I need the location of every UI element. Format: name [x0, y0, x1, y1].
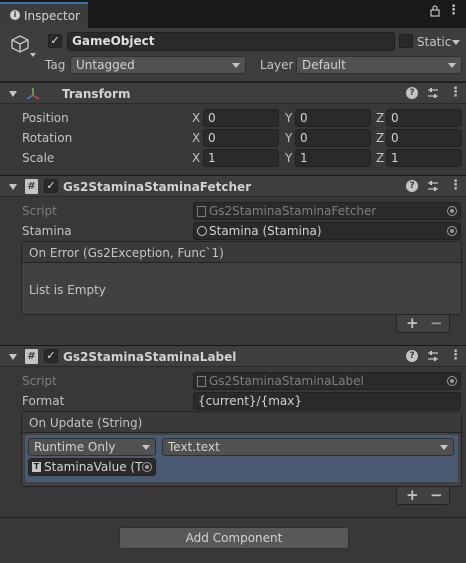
icon-dropdown-arrow[interactable] — [30, 53, 36, 57]
more-options-icon[interactable]: ⋮ — [447, 3, 460, 18]
gameobject-icon — [10, 34, 30, 57]
rotation-x-field[interactable]: 0 — [203, 129, 279, 147]
position-x-label[interactable]: X — [192, 110, 200, 126]
script-file-icon — [197, 206, 206, 217]
foldout-arrow-icon[interactable] — [9, 184, 17, 190]
text-component-icon: T — [32, 462, 41, 472]
help-icon[interactable]: ? — [406, 350, 418, 362]
script-icon: # — [25, 179, 38, 194]
tab-label: Inspector — [24, 9, 80, 23]
foldout-arrow-icon[interactable] — [9, 354, 17, 360]
position-z-field[interactable]: 0 — [386, 109, 462, 127]
fetcher-component-header[interactable]: # ✓ Gs2StaminaStaminaFetcher ? ⋮ — [0, 175, 466, 197]
on-error-event-box: On Error (Gs2Exception, Func`1) List is … — [21, 241, 462, 315]
object-picker-icon — [447, 206, 457, 216]
active-checkbox[interactable]: ✓ — [48, 34, 62, 48]
more-options-icon[interactable]: ⋮ — [449, 348, 462, 363]
format-label: Format — [22, 394, 65, 408]
target-object-field[interactable]: T StaminaValue (T — [28, 458, 156, 476]
label-enabled-checkbox[interactable]: ✓ — [44, 349, 58, 363]
fetcher-enabled-checkbox[interactable]: ✓ — [44, 179, 58, 193]
on-error-plus-minus: + − — [396, 314, 450, 333]
stamina-object-field[interactable]: Stamina (Stamina) — [193, 222, 461, 240]
static-label: Static — [417, 35, 452, 49]
static-dropdown-arrow[interactable] — [452, 40, 460, 45]
on-update-title: On Update (String) — [29, 416, 143, 430]
fetcher-title: Gs2StaminaStaminaFetcher — [63, 180, 252, 194]
script-file-icon — [197, 376, 206, 387]
chevron-down-icon — [142, 445, 150, 450]
label-script-field: Gs2StaminaStaminaLabel — [193, 372, 461, 390]
scale-z-field[interactable]: 1 — [386, 149, 462, 167]
on-error-header: On Error (Gs2Exception, Func`1) — [22, 242, 461, 263]
component-icon — [197, 226, 207, 236]
gameobject-name-input[interactable]: GameObject — [67, 32, 395, 51]
object-picker-icon — [447, 376, 457, 386]
fetcher-script-field: Gs2StaminaStaminaFetcher — [193, 202, 461, 220]
more-options-icon[interactable]: ⋮ — [449, 85, 462, 100]
scale-x-field[interactable]: 1 — [203, 149, 279, 167]
transform-title: Transform — [62, 87, 131, 101]
position-y-field[interactable]: 0 — [295, 109, 371, 127]
chevron-down-icon — [440, 445, 448, 450]
remove-listener-button[interactable]: − — [430, 314, 443, 332]
help-icon[interactable]: ? — [406, 180, 418, 192]
rotation-x-label[interactable]: X — [192, 130, 200, 146]
position-x-field[interactable]: 0 — [203, 109, 279, 127]
label-title: Gs2StaminaStaminaLabel — [63, 350, 237, 364]
info-icon: i — [10, 10, 20, 20]
fetcher-script-label: Script — [22, 204, 57, 218]
tag-dropdown[interactable]: Untagged — [70, 56, 246, 74]
object-picker-icon[interactable] — [447, 226, 457, 236]
transform-icon — [25, 86, 41, 105]
scale-z-label[interactable]: Z — [376, 150, 384, 166]
help-icon[interactable]: ? — [406, 87, 418, 99]
on-update-event-box: On Update (String) Runtime Only Text.tex… — [21, 411, 462, 487]
object-picker-icon[interactable] — [142, 462, 152, 472]
scale-x-label[interactable]: X — [192, 150, 200, 166]
scale-y-label[interactable]: Y — [285, 150, 292, 166]
runtime-mode-dropdown[interactable]: Runtime Only — [28, 438, 156, 456]
stamina-label: Stamina — [22, 224, 72, 238]
label-component-header[interactable]: # ✓ Gs2StaminaStaminaLabel ? ⋮ — [0, 345, 466, 367]
rotation-y-field[interactable]: 0 — [295, 129, 371, 147]
layer-dropdown[interactable]: Default — [296, 56, 462, 74]
on-update-plus-minus: + − — [396, 486, 450, 505]
position-y-label[interactable]: Y — [285, 110, 292, 126]
presets-icon[interactable] — [426, 349, 440, 366]
chevron-down-icon — [448, 63, 456, 68]
list-empty-text: List is Empty — [29, 283, 106, 297]
transform-header[interactable]: Transform ? ⋮ — [0, 82, 466, 104]
lock-icon[interactable] — [430, 5, 440, 20]
rotation-y-label[interactable]: Y — [285, 130, 292, 146]
rotation-z-field[interactable]: 0 — [386, 129, 462, 147]
remove-listener-button[interactable]: − — [430, 486, 443, 504]
position-z-label[interactable]: Z — [376, 110, 384, 126]
presets-icon[interactable] — [426, 179, 440, 196]
tab-inspector[interactable]: i Inspector — [0, 2, 88, 28]
add-listener-button[interactable]: + — [406, 314, 419, 332]
presets-icon[interactable] — [426, 86, 440, 103]
scale-y-field[interactable]: 1 — [295, 149, 371, 167]
on-error-title: On Error (Gs2Exception, Func`1) — [29, 246, 224, 260]
foldout-arrow-icon[interactable] — [9, 91, 17, 97]
add-component-button[interactable]: Add Component — [119, 527, 349, 549]
divider — [0, 517, 466, 518]
more-options-icon[interactable]: ⋮ — [449, 178, 462, 193]
scale-label: Scale — [22, 151, 55, 165]
add-listener-button[interactable]: + — [406, 486, 419, 504]
rotation-label: Rotation — [22, 131, 73, 145]
position-label: Position — [22, 111, 69, 125]
function-dropdown[interactable]: Text.text — [162, 438, 454, 456]
label-script-label: Script — [22, 374, 57, 388]
format-input[interactable]: {current}/{max} — [193, 392, 461, 410]
rotation-z-label[interactable]: Z — [376, 130, 384, 146]
tag-label: Tag — [45, 58, 66, 72]
layer-label: Layer — [260, 58, 294, 72]
chevron-down-icon — [232, 63, 240, 68]
script-icon: # — [25, 349, 38, 364]
static-checkbox[interactable] — [399, 34, 413, 48]
on-update-header: On Update (String) — [22, 412, 461, 433]
